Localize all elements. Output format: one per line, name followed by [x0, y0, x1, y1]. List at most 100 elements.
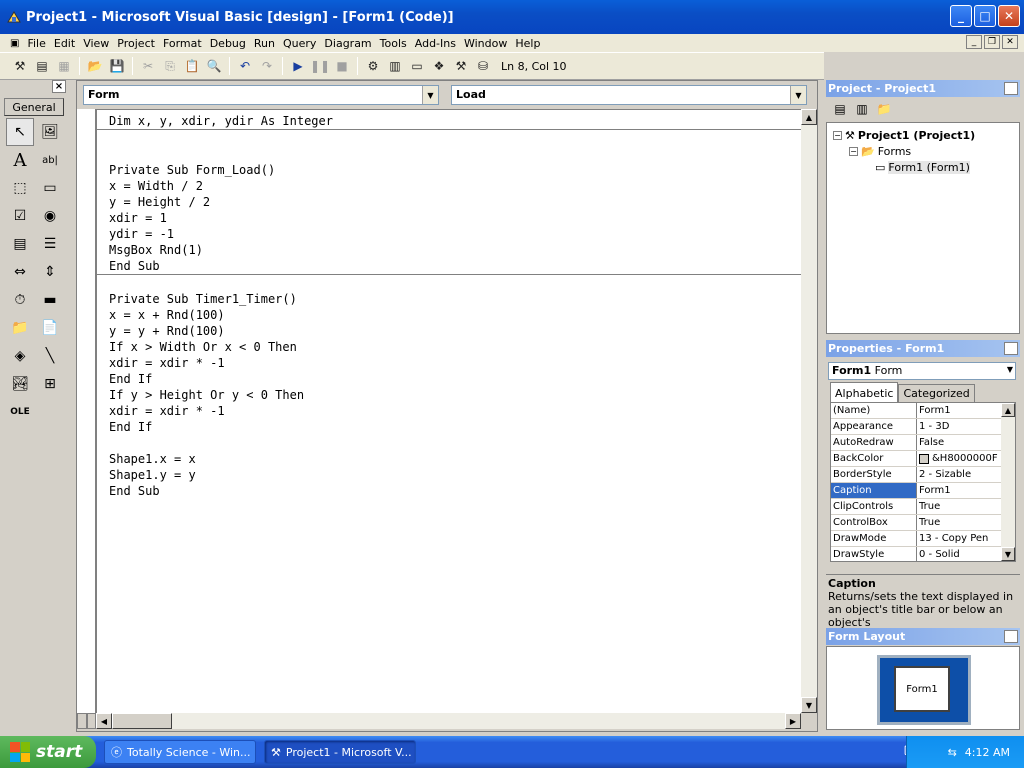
line-tool-icon[interactable]: ╲ — [36, 342, 64, 370]
tab-alphabetic[interactable]: Alphabetic — [830, 382, 899, 402]
save-icon[interactable]: 💾 — [107, 56, 127, 76]
menu-format[interactable]: Format — [159, 37, 206, 50]
close-button[interactable]: ✕ — [998, 5, 1020, 27]
margin-indicator-bar[interactable] — [77, 109, 96, 713]
collapse-icon[interactable]: − — [833, 130, 842, 140]
property-row[interactable]: Appearance 1 - 3D — [831, 419, 1015, 435]
tab-categorized[interactable]: Categorized — [898, 384, 975, 402]
project-explorer-icon[interactable]: ⚙ — [363, 56, 383, 76]
checkbox-tool-icon[interactable]: ☑ — [6, 202, 34, 230]
task-button-browser[interactable]: ⓔ Totally Science - Win... — [104, 740, 256, 764]
filelistbox-tool-icon[interactable]: 📄 — [36, 314, 64, 342]
menu-help[interactable]: Help — [511, 37, 544, 50]
paste-icon[interactable]: 📋 — [182, 56, 202, 76]
code-line[interactable]: y = y + Rnd(100) — [109, 323, 801, 339]
image-tool-icon[interactable]: 🏞 — [6, 370, 34, 398]
scroll-right-icon[interactable]: ▶ — [785, 713, 801, 729]
menu-query[interactable]: Query — [279, 37, 320, 50]
menu-window[interactable]: Window — [460, 37, 511, 50]
menu-debug[interactable]: Debug — [206, 37, 250, 50]
object-selector[interactable]: Form1 Form ▼ — [828, 362, 1016, 380]
tree-node-forms[interactable]: − 📂 Forms — [833, 143, 1013, 159]
code-line[interactable]: y = Height / 2 — [109, 194, 801, 210]
property-row[interactable]: ControlBox True — [831, 515, 1015, 531]
maximize-button[interactable]: □ — [974, 5, 996, 27]
mdi-minimize-button[interactable]: _ — [966, 35, 982, 49]
code-line[interactable] — [109, 146, 801, 162]
object-combo[interactable]: Form ▼ — [83, 85, 439, 105]
drivelistbox-tool-icon[interactable]: ▬ — [36, 286, 64, 314]
code-line[interactable]: MsgBox Rnd(1) — [109, 242, 801, 258]
code-line[interactable] — [109, 435, 801, 451]
menu-file[interactable]: File — [23, 37, 49, 50]
scroll-down-icon[interactable]: ▼ — [1001, 547, 1015, 561]
toggle-folders-icon[interactable]: 📁 — [874, 99, 894, 119]
minimize-button[interactable]: _ — [950, 5, 972, 27]
add-form-icon[interactable]: ▤ — [32, 56, 52, 76]
property-row[interactable]: BackColor &H8000000F — [831, 451, 1015, 467]
property-row[interactable]: DrawStyle 0 - Solid — [831, 547, 1015, 561]
code-line[interactable]: x = Width / 2 — [109, 178, 801, 194]
undo-icon[interactable]: ↶ — [235, 56, 255, 76]
break-icon[interactable]: ❚❚ — [310, 56, 330, 76]
code-line[interactable]: If y > Height Or y < 0 Then — [109, 387, 801, 403]
view-object-icon[interactable]: ▥ — [852, 99, 872, 119]
ole-tool-icon[interactable]: OLE — [6, 398, 34, 426]
property-row[interactable]: AutoRedraw False — [831, 435, 1015, 451]
property-row[interactable]: DrawMode 13 - Copy Pen — [831, 531, 1015, 547]
view-code-icon[interactable]: ▤ — [830, 99, 850, 119]
menu-diagram[interactable]: Diagram — [320, 37, 375, 50]
code-line[interactable]: End Sub — [109, 483, 801, 499]
vertical-scrollbar[interactable]: ▲ ▼ — [801, 109, 817, 713]
procedure-combo[interactable]: Load ▼ — [451, 85, 807, 105]
procedure-view-button[interactable] — [77, 713, 87, 729]
code-line[interactable]: End If — [109, 371, 801, 387]
code-line[interactable]: xdir = 1 — [109, 210, 801, 226]
code-line[interactable]: Dim x, y, xdir, ydir As Integer — [109, 113, 801, 129]
tree-node-project[interactable]: − ⚒ Project1 (Project1) — [833, 127, 1013, 143]
menu-editor-icon[interactable]: ▦ — [54, 56, 74, 76]
menu-add-ins[interactable]: Add-Ins — [411, 37, 460, 50]
data-tool-icon[interactable]: ⊞ — [36, 370, 64, 398]
start-button[interactable]: start — [0, 736, 96, 768]
scroll-left-icon[interactable]: ◀ — [96, 713, 112, 729]
menu-view[interactable]: View — [79, 37, 113, 50]
dirlistbox-tool-icon[interactable]: 📁 — [6, 314, 34, 342]
copy-icon[interactable]: ⎘ — [160, 56, 180, 76]
menu-icon[interactable]: ▣ — [6, 38, 23, 49]
full-module-view-button[interactable] — [86, 713, 96, 729]
toolbox-close-button[interactable]: × — [52, 80, 66, 93]
menu-run[interactable]: Run — [250, 37, 279, 50]
mdi-close-button[interactable]: ✕ — [1002, 35, 1018, 49]
combobox-tool-icon[interactable]: ▤ — [6, 230, 34, 258]
data-view-icon[interactable]: ⛁ — [473, 56, 493, 76]
code-line[interactable]: ydir = -1 — [109, 226, 801, 242]
menu-edit[interactable]: Edit — [50, 37, 79, 50]
redo-icon[interactable]: ↷ — [257, 56, 277, 76]
hscrollbar-tool-icon[interactable]: ⇔ — [6, 258, 34, 286]
scroll-thumb[interactable] — [112, 713, 172, 729]
open-folder-icon[interactable]: 📂 — [85, 56, 105, 76]
code-line[interactable]: End If — [109, 419, 801, 435]
layout-form[interactable]: Form1 — [894, 666, 950, 712]
optionbutton-tool-icon[interactable]: ◉ — [36, 202, 64, 230]
property-row[interactable]: ClipControls True — [831, 499, 1015, 515]
pointer-tool-icon[interactable]: ↖ — [6, 118, 34, 146]
cut-icon[interactable]: ✂ — [138, 56, 158, 76]
properties-window-icon[interactable]: ▥ — [385, 56, 405, 76]
code-line[interactable]: End Sub — [109, 258, 801, 274]
code-line[interactable]: Private Sub Timer1_Timer() — [109, 291, 801, 307]
task-button-vb[interactable]: ⚒ Project1 - Microsoft V... — [264, 740, 416, 764]
code-line[interactable]: If x > Width Or x < 0 Then — [109, 339, 801, 355]
object-browser-icon[interactable]: ❖ — [429, 56, 449, 76]
code-line[interactable] — [109, 130, 801, 146]
code-line[interactable]: Private Sub Form_Load() — [109, 162, 801, 178]
code-line[interactable]: xdir = xdir * -1 — [109, 355, 801, 371]
scroll-up-icon[interactable]: ▲ — [801, 109, 817, 125]
code-line[interactable]: Shape1.x = x — [109, 451, 801, 467]
label-tool-icon[interactable]: A — [6, 146, 34, 174]
scroll-up-icon[interactable]: ▲ — [1001, 403, 1015, 417]
collapse-icon[interactable]: − — [849, 146, 858, 156]
horizontal-scrollbar[interactable]: ◀ ▶ — [96, 713, 801, 729]
property-row[interactable]: Caption Form1 — [831, 483, 1015, 499]
